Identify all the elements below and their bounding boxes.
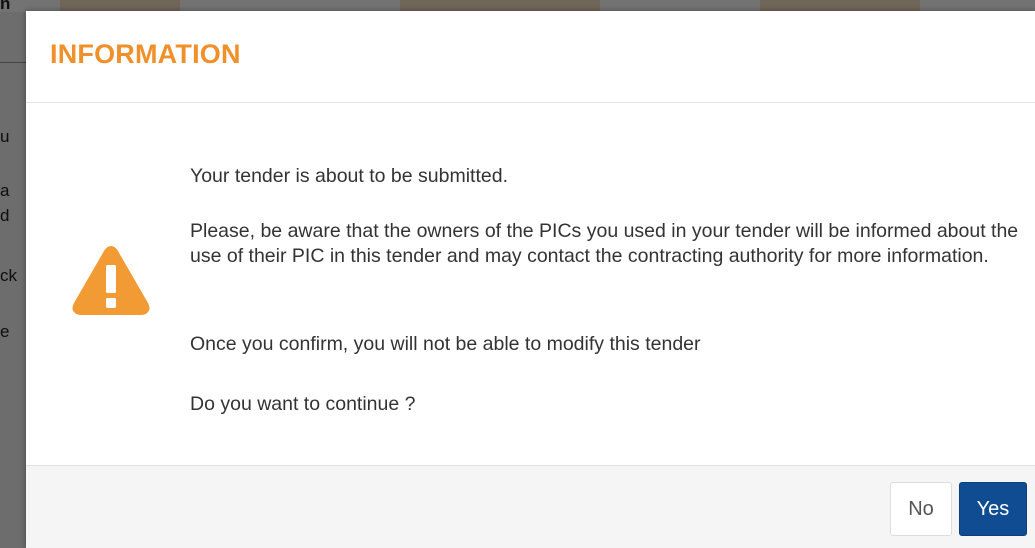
yes-button[interactable]: Yes — [959, 482, 1027, 536]
information-dialog: INFORMATION Your tender is about to be s… — [26, 11, 1035, 548]
warning-triangle-icon — [72, 246, 150, 315]
confirmation-warning-text: Once you confirm, you will not be able t… — [190, 333, 701, 355]
no-button[interactable]: No — [890, 482, 952, 536]
dialog-header: INFORMATION — [26, 11, 1035, 103]
dialog-title: INFORMATION — [50, 39, 241, 69]
continue-question-text: Do you want to continue ? — [190, 393, 416, 415]
submission-notice-text: Your tender is about to be submitted. — [190, 165, 508, 187]
pic-owner-notice-text: Please, be aware that the owners of the … — [190, 220, 1019, 267]
dialog-footer: No Yes — [26, 465, 1035, 548]
dialog-body: Your tender is about to be submitted. Pl… — [26, 103, 1035, 465]
